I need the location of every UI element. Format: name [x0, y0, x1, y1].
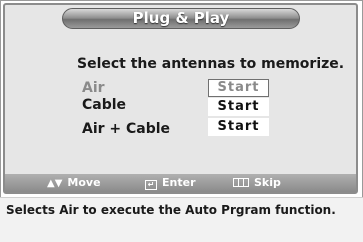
option-air-label: Air [82, 80, 105, 96]
hint-skip: Skip [233, 174, 281, 192]
start-air-button[interactable]: Start [208, 79, 269, 97]
start-air-cable-button[interactable]: Start [208, 118, 269, 136]
hint-move: ▲▼ Move [47, 174, 101, 192]
hint-enter: ↵ Enter [145, 174, 196, 192]
option-cable-label: Cable [82, 97, 127, 113]
hint-bar: ▲▼ Move ↵ Enter Skip [5, 174, 356, 192]
dialog-title: Plug & Play [132, 9, 230, 27]
description-box: Selects Air to execute the Auto Prgram f… [0, 197, 363, 242]
hint-skip-label: Skip [254, 176, 281, 189]
start-cable-button[interactable]: Start [208, 98, 269, 116]
up-down-arrows-icon: ▲▼ [47, 178, 63, 189]
enter-icon: ↵ [145, 180, 157, 190]
hint-move-label: Move [67, 176, 101, 189]
plug-and-play-dialog [3, 3, 358, 194]
description-text: Selects Air to execute the Auto Prgram f… [6, 203, 336, 217]
option-air-cable-label: Air + Cable [82, 121, 171, 137]
dialog-heading: Select the antennas to memorize. [77, 56, 345, 72]
skip-icon [233, 178, 249, 187]
hint-enter-label: Enter [162, 176, 196, 189]
